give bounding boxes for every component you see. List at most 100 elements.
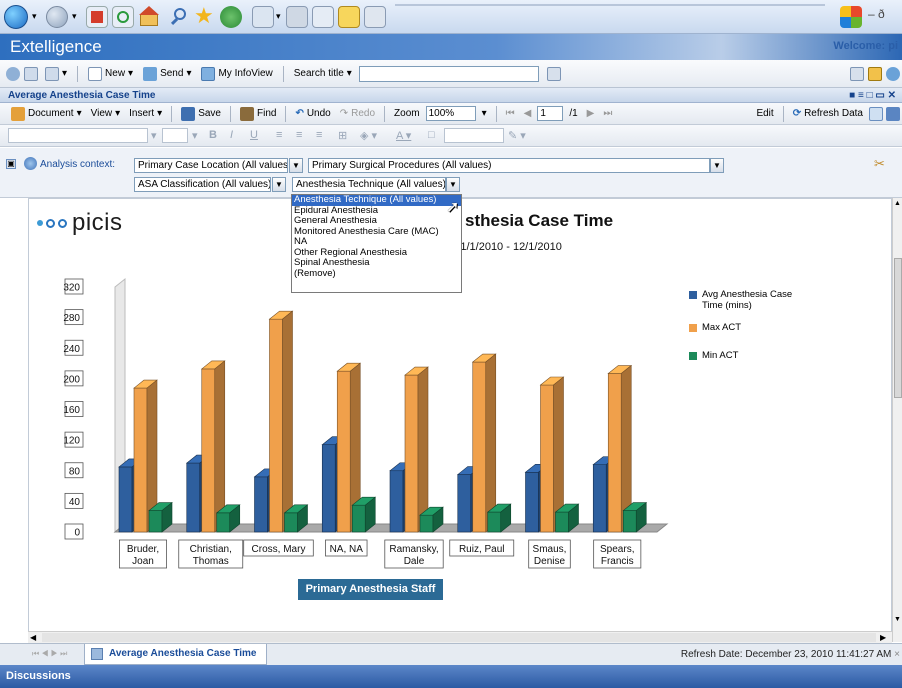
scroll-left-icon[interactable]: ◀ (30, 633, 36, 642)
send-button[interactable]: Send ▾ (140, 66, 194, 81)
close-icon[interactable]: × (894, 649, 900, 660)
new-button[interactable]: New ▾ (85, 66, 136, 81)
border-style-select[interactable] (444, 128, 504, 143)
font-dropdown-icon[interactable]: ▾ (151, 129, 157, 142)
x-tick-label: Christian, (190, 544, 232, 555)
search-input[interactable] (358, 65, 539, 82)
option-all-values[interactable]: Anesthesia Technique (All values) (292, 194, 461, 206)
chart-icon[interactable] (886, 106, 900, 121)
discussions-bar[interactable]: Discussions (0, 665, 902, 688)
font-family-select[interactable] (8, 128, 148, 143)
technique-dropdown-icon[interactable]: ▼ (446, 177, 460, 192)
folder-icon[interactable] (338, 6, 360, 28)
font-color-icon[interactable]: A ▾ (396, 129, 411, 142)
vertical-scrollbar[interactable]: ▲ ▼ (892, 198, 902, 642)
help-icon[interactable] (850, 66, 864, 81)
prev-page-icon[interactable]: ◀ (521, 108, 535, 119)
edit-button[interactable]: Edit (753, 108, 776, 119)
zoom-input[interactable]: 100% (425, 106, 476, 121)
find-label: Find (256, 108, 277, 119)
refresh-data-button[interactable]: ⟳ Refresh Data (790, 108, 866, 119)
view-menu-label: View (90, 108, 113, 119)
zoom-dropdown-icon[interactable]: ▾ (479, 108, 490, 119)
insert-menu[interactable]: Insert ▾ (126, 108, 165, 119)
size-dropdown-icon[interactable]: ▾ (192, 129, 198, 142)
save-button[interactable]: Save (178, 106, 224, 121)
mail-dropdown-icon[interactable]: ▾ (276, 11, 281, 22)
mail-icon[interactable] (252, 6, 274, 28)
redo-button[interactable]: ↷ Redo (337, 108, 378, 119)
border-icon[interactable]: □ (428, 129, 435, 141)
home-icon[interactable] (138, 6, 160, 28)
print-icon[interactable] (286, 6, 308, 28)
lock-icon[interactable] (868, 66, 882, 81)
y-tick-label: 120 (63, 436, 80, 447)
scroll-right-icon[interactable]: ▶ (880, 633, 886, 642)
search-title-dropdown[interactable]: Search title ▾ (291, 68, 355, 79)
filter-tools-icon[interactable]: ✂ (874, 156, 885, 172)
scroll-up-icon[interactable]: ▲ (894, 200, 901, 207)
last-page-icon[interactable]: ⏭ (600, 108, 615, 119)
primary-case-location-filter[interactable]: Primary Case Location (All values) (134, 158, 288, 173)
refresh-icon[interactable] (112, 6, 134, 28)
align-left-icon[interactable]: ≡ (276, 129, 282, 141)
first-page-icon[interactable]: ⏮ (503, 108, 518, 119)
view-menu[interactable]: View ▾ (88, 108, 124, 119)
search-title-label: Search title (293, 68, 344, 79)
back-icon[interactable] (4, 5, 28, 29)
procedures-dropdown-icon[interactable]: ▼ (710, 158, 724, 173)
page-input[interactable]: 1 (537, 106, 564, 121)
align-center-icon[interactable]: ≡ (296, 129, 302, 141)
send-label: Send (160, 68, 184, 79)
search-icon[interactable] (168, 6, 190, 28)
document-menu[interactable]: Document ▾ (8, 106, 85, 121)
merge-icon[interactable]: ⊞ (338, 129, 347, 142)
option-mac[interactable]: Monitored Anesthesia Care (MAC) (292, 226, 461, 238)
view-menu-button[interactable]: ▾ (42, 66, 70, 81)
stop-icon[interactable] (86, 6, 108, 28)
panel-controls[interactable]: ■ ≡ □ ▭ ✕ (849, 88, 896, 103)
option-general[interactable]: General Anesthesia (292, 215, 461, 227)
settings-icon[interactable] (6, 66, 20, 81)
horizontal-scrollbar[interactable]: ◀ ▶ (28, 631, 892, 643)
find-button[interactable]: Find (237, 106, 279, 121)
tab-navigation-icons[interactable]: ⏮ ◀ ▶ ⏭ (32, 649, 67, 659)
bold-icon[interactable]: B (209, 129, 217, 141)
asa-classification-filter[interactable]: ASA Classification (All values) (134, 177, 271, 192)
primary-surgical-procedures-filter[interactable]: Primary Surgical Procedures (All values) (308, 158, 710, 173)
edit-page-icon[interactable] (312, 6, 334, 28)
search-go-icon[interactable] (546, 66, 561, 81)
forward-dropdown-icon[interactable]: ▾ (72, 11, 77, 22)
analysis-icon (24, 157, 37, 170)
y-tick-label: 280 (63, 313, 80, 324)
underline-icon[interactable]: U (250, 129, 258, 141)
list-icon[interactable] (24, 66, 38, 81)
collapse-icon[interactable]: ▣ (6, 159, 16, 169)
vertical-scroll-thumb[interactable] (894, 258, 902, 398)
my-infoview-button[interactable]: My InfoView (198, 66, 275, 81)
next-page-icon[interactable]: ▶ (584, 108, 598, 119)
forward-icon[interactable] (46, 6, 68, 28)
align-right-icon[interactable]: ≡ (316, 129, 322, 141)
horizontal-scroll-thumb[interactable] (42, 633, 876, 642)
fill-color-icon[interactable]: ◈ ▾ (360, 129, 377, 142)
pen-icon[interactable]: ✎ ▾ (508, 129, 526, 142)
anesthesia-technique-filter[interactable]: Anesthesia Technique (All values) (292, 177, 446, 192)
font-size-select[interactable] (162, 128, 188, 143)
undo-button[interactable]: ↶ Undo (292, 108, 333, 119)
history-icon[interactable] (220, 6, 242, 28)
asa-dropdown-icon[interactable]: ▼ (272, 177, 286, 192)
scroll-down-icon[interactable]: ▼ (894, 616, 901, 623)
zoom-search-icon[interactable] (869, 106, 883, 121)
case-location-dropdown-icon[interactable]: ▼ (289, 158, 303, 173)
italic-icon[interactable]: I (230, 129, 233, 141)
tab-average-anesthesia-case-time[interactable]: Average Anesthesia Case Time (84, 644, 268, 665)
research-icon[interactable] (364, 6, 386, 28)
option-spinal[interactable]: Spinal Anesthesia (292, 257, 461, 269)
window-controls[interactable]: – ð (868, 7, 885, 21)
logoff-icon[interactable] (886, 66, 900, 81)
option-remove[interactable]: (Remove) (292, 268, 461, 280)
favorites-icon[interactable]: ★ (194, 5, 216, 28)
back-dropdown-icon[interactable]: ▾ (32, 11, 37, 22)
option-na[interactable]: NA (292, 236, 461, 248)
